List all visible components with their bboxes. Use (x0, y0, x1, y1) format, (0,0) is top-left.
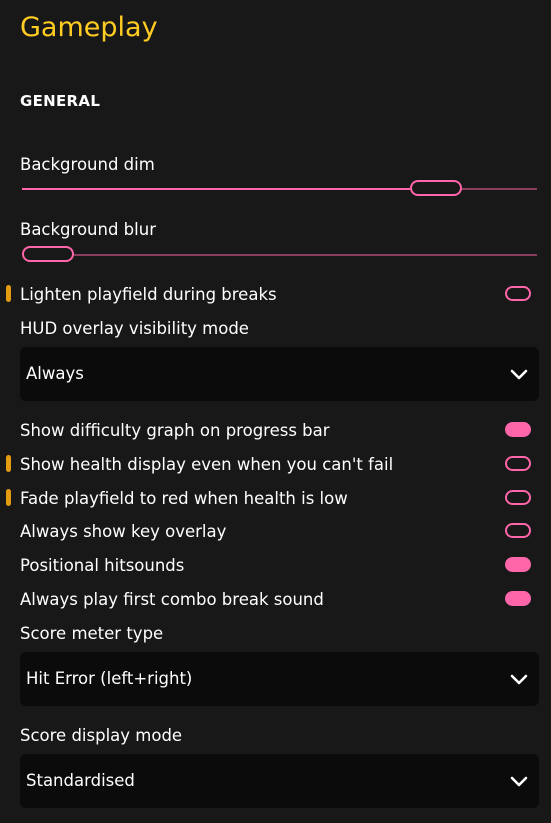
chevron-down-icon (510, 776, 528, 787)
slider-remaining (70, 254, 537, 256)
section-title-general: GENERAL (20, 92, 101, 110)
hud-visibility-label: HUD overlay visibility mode (20, 319, 249, 338)
combo-break-sound-toggle[interactable] (505, 591, 531, 606)
score-meter-type-dropdown[interactable]: Hit Error (left+right) (20, 652, 539, 706)
background-blur-label: Background blur (20, 220, 156, 239)
background-dim-slider[interactable] (22, 180, 537, 196)
health-display-label: Show health display even when you can't … (20, 455, 394, 474)
fade-red-toggle[interactable] (505, 490, 531, 505)
key-overlay-label: Always show key overlay (20, 522, 227, 541)
positional-hitsounds-label: Positional hitsounds (20, 556, 185, 575)
health-display-toggle[interactable] (505, 456, 531, 471)
modified-indicator (6, 285, 11, 302)
fade-red-label: Fade playfield to red when health is low (20, 489, 348, 508)
difficulty-graph-toggle[interactable] (505, 422, 531, 437)
positional-hitsounds-toggle[interactable] (505, 557, 531, 572)
slider-thumb[interactable] (22, 246, 74, 262)
combo-break-sound-label: Always play first combo break sound (20, 590, 324, 609)
page-title: Gameplay (20, 12, 158, 43)
chevron-down-icon (510, 674, 528, 685)
modified-indicator (6, 455, 11, 472)
slider-fill (22, 188, 410, 190)
background-dim-label: Background dim (20, 155, 155, 174)
score-meter-type-label: Score meter type (20, 624, 164, 643)
slider-thumb[interactable] (410, 180, 462, 196)
slider-remaining (458, 188, 537, 190)
modified-indicator (6, 489, 11, 506)
hud-visibility-value: Always (26, 364, 84, 383)
key-overlay-toggle[interactable] (505, 523, 531, 538)
lighten-playfield-toggle[interactable] (505, 286, 531, 301)
hud-visibility-dropdown[interactable]: Always (20, 347, 539, 401)
score-display-mode-label: Score display mode (20, 726, 183, 745)
background-blur-slider[interactable] (22, 246, 537, 262)
score-meter-type-value: Hit Error (left+right) (26, 669, 193, 688)
difficulty-graph-label: Show difficulty graph on progress bar (20, 421, 330, 440)
score-display-mode-dropdown[interactable]: Standardised (20, 754, 539, 808)
chevron-down-icon (510, 369, 528, 380)
lighten-playfield-label: Lighten playfield during breaks (20, 285, 277, 304)
score-display-mode-value: Standardised (26, 771, 135, 790)
